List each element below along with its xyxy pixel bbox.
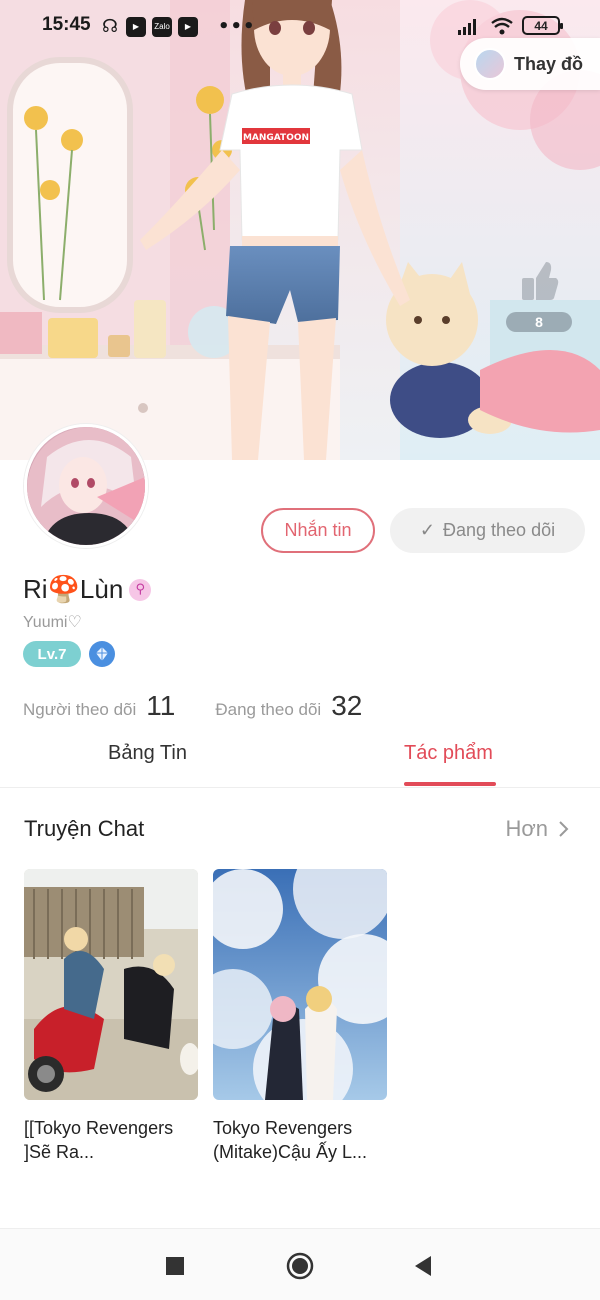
follow-stats: Người theo dõi 11 Đang theo dõi 32 [23, 690, 362, 722]
following-count[interactable]: 32 [331, 690, 362, 722]
diamond-icon [96, 647, 108, 661]
story-title: [[Tokyo Revengers ]Sẽ Ra... [24, 1118, 174, 1162]
profile-name: Ri🍄Lùn [23, 574, 124, 604]
chevron-right-icon [559, 821, 569, 837]
back-button[interactable] [408, 1251, 438, 1281]
video-app-icon: ▶ [126, 16, 146, 37]
followers-count[interactable]: 11 [146, 690, 175, 722]
followers-label[interactable]: Người theo dõi [23, 700, 136, 720]
more-label: Hơn [505, 816, 548, 841]
check-icon: ✓ [419, 520, 435, 540]
status-time: 15:45 [42, 14, 91, 35]
headphones-icon: ☊ [102, 16, 118, 36]
outfit-avatar-icon [474, 48, 506, 80]
change-outfit-button[interactable]: Thay đồ [460, 38, 600, 90]
story-card[interactable]: Tokyo Revengers (Mitake)Cậu Ấy L... [213, 869, 387, 1164]
more-link[interactable]: Hơn [505, 816, 570, 842]
active-tab-indicator [404, 782, 496, 786]
zalo-icon: Zalo [152, 16, 172, 37]
profile-username: Yuumi♡ [23, 614, 82, 631]
tab-works[interactable]: Tác phẩm [404, 742, 493, 765]
profile-name-row: Ri🍄Lùn ⚲ [23, 574, 152, 605]
wifi-icon [491, 17, 513, 34]
back-triangle-icon [415, 1256, 431, 1276]
home-circle-icon [286, 1252, 314, 1280]
diamond-badge-icon[interactable] [89, 641, 115, 667]
message-button[interactable]: Nhắn tin [261, 508, 375, 553]
like-control[interactable]: 8 [506, 262, 572, 332]
following-button[interactable]: ✓ Đang theo dõi [390, 508, 585, 553]
story-cover-image-1 [24, 869, 198, 1100]
system-status-icons: 44 [458, 16, 563, 35]
following-label[interactable]: Đang theo dõi [215, 700, 321, 720]
avatar[interactable] [24, 424, 148, 548]
signal-icon [458, 18, 476, 35]
notification-icons: ☊ ▶ Zalo ▶ ••• [100, 16, 256, 37]
profile-banner: MANGATOON 15:45 ☊ ▶ Zalo ▶ ••• 44 Thay đ… [0, 0, 600, 460]
profile-tabs: Bảng Tin Tác phẩm [0, 730, 600, 788]
avatar-image [27, 427, 145, 545]
badges-row: Lv.7 [23, 641, 115, 667]
story-cover-image-2 [213, 869, 387, 1100]
story-card[interactable]: [[Tokyo Revengers ]Sẽ Ra... [24, 869, 198, 1164]
gender-icon: ⚲ [129, 578, 152, 601]
youtube-icon: ▶ [178, 16, 198, 37]
recent-apps-button[interactable] [160, 1251, 190, 1281]
battery-icon: 44 [522, 16, 563, 35]
like-count: 8 [506, 312, 572, 332]
home-button[interactable] [285, 1251, 315, 1281]
tab-feed[interactable]: Bảng Tin [108, 742, 187, 765]
story-title: Tokyo Revengers (Mitake)Cậu Ấy L... [213, 1118, 368, 1162]
following-button-label: Đang theo dõi [443, 520, 556, 540]
story-cover [213, 869, 387, 1100]
system-navigation-bar [0, 1228, 600, 1300]
square-icon [166, 1257, 184, 1275]
story-cover [24, 869, 198, 1100]
shirt-print-text: MANGATOON [243, 133, 309, 143]
level-badge[interactable]: Lv.7 [23, 641, 81, 667]
more-notifications-icon: ••• [218, 16, 256, 37]
change-outfit-label: Thay đồ [514, 53, 584, 74]
section-title: Truyện Chat [24, 816, 145, 841]
